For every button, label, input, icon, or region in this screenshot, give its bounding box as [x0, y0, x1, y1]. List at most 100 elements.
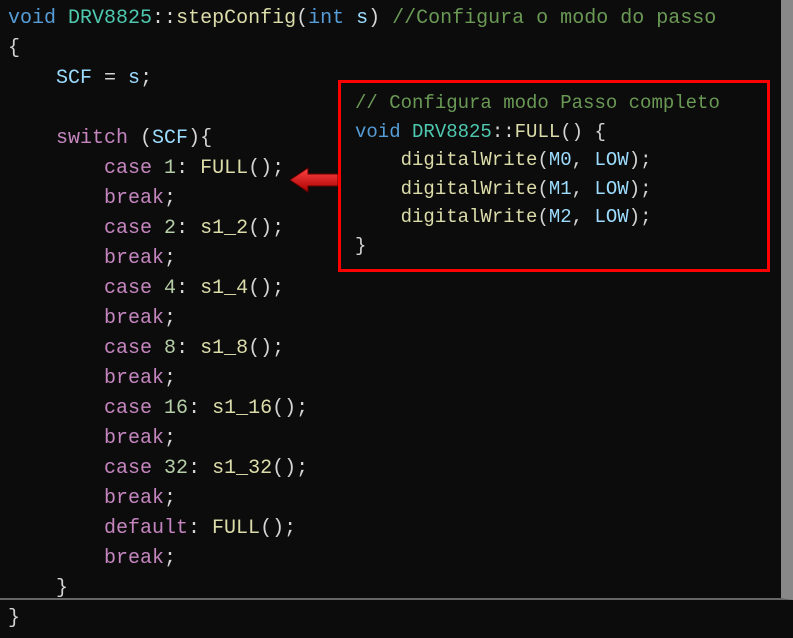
paren: (: [537, 206, 548, 228]
comma: ,: [572, 178, 595, 200]
code-line: void DRV8825::stepConfig(int s) //Config…: [8, 4, 773, 34]
code-line: break;: [8, 484, 773, 514]
func-call: s1_2: [200, 217, 248, 240]
call-tail: ();: [248, 277, 284, 300]
func-call: digitalWrite: [401, 178, 538, 200]
keyword-default: default: [104, 517, 188, 540]
semi: ;: [164, 427, 176, 450]
number: 2: [164, 217, 176, 240]
number: 4: [164, 277, 176, 300]
brace: }: [56, 577, 68, 600]
call-tail: ();: [272, 397, 308, 420]
paren-semi: );: [629, 206, 652, 228]
code-line: // Configura modo Passo completo: [355, 89, 753, 118]
code-line: default: FULL();: [8, 514, 773, 544]
code-line: break;: [8, 364, 773, 394]
param: s: [344, 7, 368, 30]
colon: :: [188, 517, 212, 540]
semi: ;: [140, 67, 152, 90]
colon: :: [176, 217, 200, 240]
comment: //Configura o modo do passo: [380, 7, 716, 30]
arrow-icon: [290, 166, 338, 194]
code-line: digitalWrite(M2, LOW);: [355, 203, 753, 232]
op: =: [92, 67, 128, 90]
keyword-case: case: [104, 157, 152, 180]
semi: ;: [164, 247, 176, 270]
keyword-case: case: [104, 457, 152, 480]
scope-op: ::: [152, 7, 176, 30]
arg: LOW: [594, 206, 628, 228]
code-line: case 4: s1_4();: [8, 274, 773, 304]
paren: (: [537, 149, 548, 171]
func-call: FULL: [212, 517, 260, 540]
comma: ,: [572, 206, 595, 228]
brace: }: [8, 607, 20, 630]
code-line: {: [8, 34, 773, 64]
func-call: s1_32: [212, 457, 272, 480]
keyword-case: case: [104, 337, 152, 360]
semi: ;: [164, 307, 176, 330]
arg: M2: [549, 206, 572, 228]
number: 32: [164, 457, 188, 480]
keyword-break: break: [104, 487, 164, 510]
func-call: s1_16: [212, 397, 272, 420]
code-line: case 32: s1_32();: [8, 454, 773, 484]
colon: :: [188, 457, 212, 480]
keyword-void: void: [355, 121, 401, 143]
paren: (: [296, 7, 308, 30]
semi: ;: [164, 487, 176, 510]
brace: }: [355, 235, 366, 257]
call-tail: ();: [248, 337, 284, 360]
arg: LOW: [594, 178, 628, 200]
call-tail: ();: [272, 457, 308, 480]
keyword-break: break: [104, 247, 164, 270]
paren-brace: () {: [560, 121, 606, 143]
comment: // Configura modo Passo completo: [355, 92, 720, 114]
code-line: break;: [8, 544, 773, 574]
func-call: s1_4: [200, 277, 248, 300]
call-tail: ();: [260, 517, 296, 540]
callout-box: // Configura modo Passo completo void DR…: [338, 80, 770, 272]
scope-op: ::: [492, 121, 515, 143]
func-name: FULL: [515, 121, 561, 143]
colon: :: [176, 277, 200, 300]
func-call: digitalWrite: [401, 149, 538, 171]
brace: {: [8, 37, 20, 60]
class-name: DRV8825: [68, 7, 152, 30]
call-tail: ();: [248, 217, 284, 240]
code-line: }: [355, 232, 753, 261]
keyword-switch: switch: [56, 127, 128, 150]
keyword-break: break: [104, 367, 164, 390]
arg: LOW: [594, 149, 628, 171]
semi: ;: [164, 187, 176, 210]
paren-brace: ){: [188, 127, 212, 150]
func-call: FULL: [200, 157, 248, 180]
keyword-void: void: [8, 7, 56, 30]
keyword-break: break: [104, 547, 164, 570]
var: s: [128, 67, 140, 90]
call-tail: ();: [248, 157, 284, 180]
code-line: case 8: s1_8();: [8, 334, 773, 364]
func-call: digitalWrite: [401, 206, 538, 228]
number: 8: [164, 337, 176, 360]
paren-semi: );: [629, 149, 652, 171]
var: SCF: [152, 127, 188, 150]
keyword-break: break: [104, 307, 164, 330]
keyword-int: int: [308, 7, 344, 30]
semi: ;: [164, 547, 176, 570]
semi: ;: [164, 367, 176, 390]
paren: (: [128, 127, 152, 150]
code-line: digitalWrite(M0, LOW);: [355, 146, 753, 175]
paren: ): [368, 7, 380, 30]
keyword-case: case: [104, 397, 152, 420]
keyword-break: break: [104, 187, 164, 210]
number: 1: [164, 157, 176, 180]
code-line: case 16: s1_16();: [8, 394, 773, 424]
code-line: }: [8, 604, 773, 634]
arg: M1: [549, 178, 572, 200]
code-line: break;: [8, 304, 773, 334]
colon: :: [176, 157, 200, 180]
paren-semi: );: [629, 178, 652, 200]
keyword-case: case: [104, 277, 152, 300]
number: 16: [164, 397, 188, 420]
